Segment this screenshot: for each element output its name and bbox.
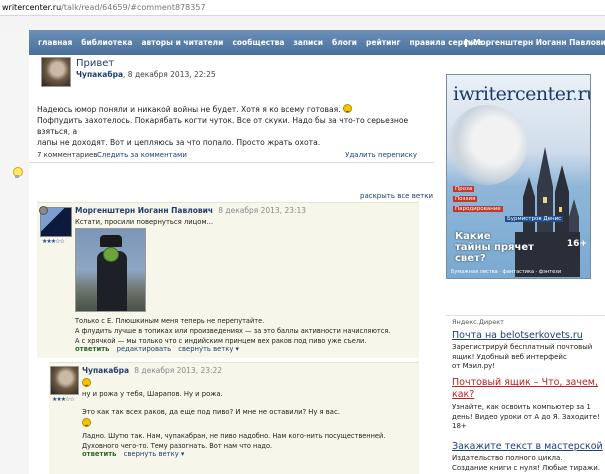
rating-stars: ★★★☆☆: [52, 396, 75, 403]
magazine-banner[interactable]: iwritercenter.ru Проза Поэзия Пародирова…: [446, 74, 591, 279]
smile-icon: [343, 104, 353, 113]
comment-text-block: Только с Е. Плюшкиным меня теперь не пер…: [75, 316, 390, 346]
nav-blogs[interactable]: блоги: [332, 38, 357, 47]
nav-records[interactable]: записи: [293, 38, 323, 47]
edit-link[interactable]: редактировать: [117, 345, 171, 353]
comment-actions: ответить редактировать свернуть ветку ▾: [75, 345, 239, 353]
ad-title-line[interactable]: как?: [452, 389, 474, 400]
status-badge-icon: [39, 206, 48, 215]
ad-body: Зарегистрируй бесплатный почтовый ящик! …: [452, 343, 592, 372]
comment-date: 8 декабря 2013, 23:13: [218, 206, 307, 215]
left-margin: [0, 30, 29, 474]
post-meta: 7 комментариев Следить за комментами Уда…: [37, 151, 417, 159]
banner-logo-main: writercenter: [458, 83, 573, 105]
expand-all-link[interactable]: раскрыть все ветки: [360, 192, 433, 200]
comment-text: Кстати, просили повернуться лицом...: [75, 218, 214, 226]
ad-title-line[interactable]: Почтовый ящик – Что, зачем,: [452, 377, 598, 388]
lightbulb-icon[interactable]: [13, 167, 23, 178]
banner-headline: Какие тайны прячет свет?: [455, 231, 534, 264]
ad-title-link[interactable]: Почта на belotserkovets.ru: [452, 330, 583, 341]
nav-home[interactable]: главная: [38, 38, 72, 47]
address-path: /talk/read/64659/#comment878357: [61, 3, 206, 12]
banner-author-tag: Бурмистров Денис: [505, 216, 564, 222]
comment-text-line: Ладно. Шутю так. Нам, чупакабран, не пив…: [82, 432, 386, 440]
ad-body-line: Создание книги с нуля! Любые тиражи.: [452, 463, 600, 472]
age-rating-badge: 16+: [566, 239, 587, 249]
nav-communities[interactable]: сообщества: [232, 38, 284, 47]
post-author-avatar[interactable]: [41, 57, 71, 87]
nav-library[interactable]: библиотека: [81, 38, 132, 47]
smile-icon: [82, 418, 91, 427]
comment-author-line: Моргенштерн Иоганн Павлович 8 декабря 20…: [75, 206, 306, 215]
page-top-gap: [0, 16, 605, 30]
ad-body: Издательство полного цикла. Создание кни…: [452, 454, 600, 473]
comment-author-link[interactable]: Чупакабра: [82, 366, 129, 375]
main-nav: главная библиотека авторы и читатели соо…: [29, 30, 605, 55]
nav-authors[interactable]: авторы и читатели: [142, 38, 224, 47]
banner-headline-line: свет?: [455, 253, 486, 264]
ad-body-line: 18+: [452, 422, 467, 430]
mail-icon[interactable]: [465, 38, 467, 47]
ad-body-line: день! Видео уроки от А до Я. Заходите!: [452, 412, 600, 421]
post-date: , 8 декабря 2013, 22:25: [123, 70, 216, 79]
reply-link[interactable]: ответить: [75, 345, 109, 353]
post-body: Надеюсь юмор поняли и никакой войны не б…: [37, 104, 417, 148]
collapse-thread-link[interactable]: свернуть ветку ▾: [124, 450, 185, 458]
ad-body-line: Зарегистрируй бесплатный почтовый: [452, 343, 593, 351]
post-body-line1: Надеюсь юмор поняли и никакой войны не б…: [37, 105, 341, 114]
ad-body-line: Узнайте, как освоить компьютер за 1: [452, 403, 591, 411]
image-hat: [100, 235, 122, 247]
address-domain: writercenter.ru: [2, 3, 62, 12]
comment-author-line: Чупакабра 8 декабря 2013, 23:22: [82, 366, 222, 375]
comment-text-line: А флудить лучше в топиках или произведен…: [75, 327, 391, 335]
comment-text: Это как так всех раков, да еще под пиво?…: [82, 408, 340, 416]
divider: [29, 162, 434, 163]
banner-tag: Пародирование: [453, 206, 503, 212]
follow-comments-link[interactable]: Следить за комментами: [97, 151, 187, 159]
comment-image: [75, 228, 146, 312]
nav-rating[interactable]: рейтинг: [366, 38, 400, 47]
nav-user-area: Моргенштерн Иоганн Павлович: [465, 30, 605, 55]
comment-text-line: Только с Е. Плюшкиным меня теперь не пер…: [75, 317, 265, 325]
post-author-link[interactable]: Чупакабра: [76, 70, 123, 79]
ad-body: Узнайте, как освоить компьютер за 1 день…: [452, 403, 600, 432]
banner-footer: Бумажная листва · фантастика · фэнтези: [451, 269, 562, 275]
banner-tag: Проза: [453, 186, 475, 192]
image-apple: [103, 247, 119, 262]
comment-actions: ответить свернуть ветку ▾: [82, 450, 184, 458]
address-bar[interactable]: writercenter.ru/talk/read/64659/#comment…: [0, 0, 605, 16]
comment-text-block: Ладно. Шутю так. Нам, чупакабран, не пив…: [82, 431, 385, 451]
post-body-line2: Пофпудить захотелось. Покарябать когти ч…: [37, 116, 409, 136]
ad-body-line: от Мэил.ру!: [452, 362, 496, 370]
reply-link[interactable]: ответить: [82, 450, 116, 458]
banner-logo-tld: ru: [577, 83, 590, 105]
post-author-line: Чупакабра, 8 декабря 2013, 22:25: [76, 70, 216, 79]
banner-logo: iwritercenter.ru: [453, 83, 590, 105]
collapse-thread-link[interactable]: свернуть ветку ▾: [178, 345, 239, 353]
post-title: Привет: [76, 58, 115, 69]
commenter-avatar[interactable]: [50, 366, 79, 395]
user-name[interactable]: Моргенштерн Иоганн Павлович: [473, 38, 605, 47]
banner-headline-line: тайны прячет: [455, 242, 534, 253]
smile-icon: [82, 378, 91, 387]
comment-text: ну и рожа у тебя, Шарапов. Ну и рожа.: [82, 390, 223, 398]
rating-stars: ★★★☆☆: [42, 238, 65, 245]
comment-text-line: А с хрячкой — мы только что с индийским …: [75, 337, 367, 345]
comment-date: 8 декабря 2013, 23:22: [134, 366, 223, 375]
ad-body-line: Издательство полного цикла.: [452, 454, 563, 462]
delete-thread-link[interactable]: Удалить переписку: [345, 151, 417, 159]
ad-body-line: ящик! Удобный веб интерфейс: [452, 352, 567, 361]
comment-author-link[interactable]: Моргенштерн Иоганн Павлович: [75, 206, 213, 215]
banner-headline-line: Какие: [455, 231, 491, 242]
ad-title-link[interactable]: Почтовый ящик – Что, зачем, как?: [452, 377, 598, 401]
ads-header[interactable]: Яндекс.Директ: [452, 318, 504, 326]
post-body-line3: лапы не доходят. Вот и цепляюсь за что п…: [37, 138, 321, 147]
banner-tag: Поэзия: [453, 196, 478, 202]
ad-title-link[interactable]: Закажите текст в мастерской: [452, 441, 603, 452]
comment-text-line: Духовного чего-то. Тему разогнать. Вот н…: [82, 442, 273, 450]
comments-count-link[interactable]: 7 комментариев: [37, 151, 97, 159]
